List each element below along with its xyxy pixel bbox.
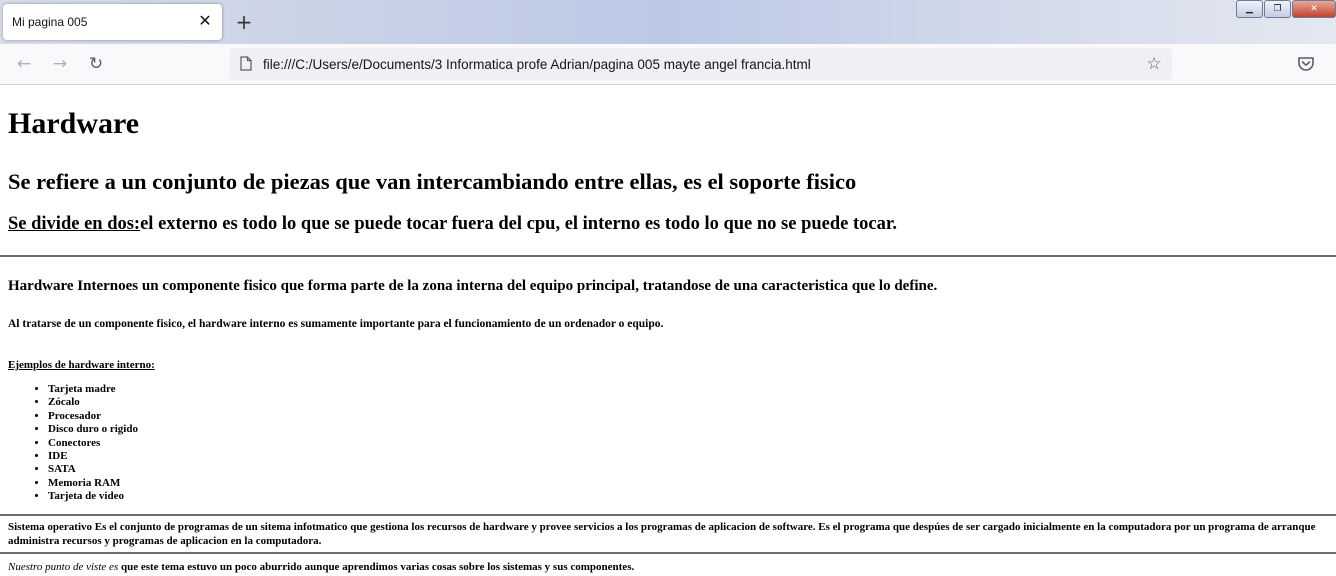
internal-hardware-importance: Al tratarse de un componente fisico, el … <box>8 318 664 330</box>
division-heading: Se divide en dos:el externo es todo lo q… <box>8 214 897 235</box>
operating-system-paragraph: Sistema operativo Es el conjunto de prog… <box>8 521 1316 547</box>
internal-hardware-heading: Hardware Internoes un componente fisico … <box>8 278 938 294</box>
reload-icon[interactable]: ↻ <box>84 52 108 76</box>
close-tab-icon[interactable]: ✕ <box>194 11 216 33</box>
examples-list: Tarjeta madre Zócalo Procesador Disco du… <box>30 383 138 504</box>
tab-title: Mi pagina 005 <box>12 15 88 29</box>
list-item: Procesador <box>48 410 138 423</box>
divider <box>0 255 1336 257</box>
star-icon[interactable]: ☆ <box>1142 52 1166 76</box>
back-icon[interactable]: ← <box>12 52 36 76</box>
division-text: el externo es todo lo que se puede tocar… <box>140 214 898 234</box>
tab-strip: Mi pagina 005 ✕ + ▁ ❐ ✕ <box>0 0 1336 44</box>
window-controls: ▁ ❐ ✕ <box>1235 0 1336 18</box>
page-title: Hardware <box>8 107 140 140</box>
list-item: Tarjeta de video <box>48 490 138 503</box>
navigation-toolbar: ← → ↻ file:///C:/Users/e/Documents/3 Inf… <box>0 44 1336 85</box>
subtitle-definition: Se refiere a un conjunto de piezas que v… <box>8 169 857 194</box>
restore-icon[interactable]: ❐ <box>1264 0 1291 18</box>
divider <box>0 514 1336 516</box>
url-text[interactable]: file:///C:/Users/e/Documents/3 Informati… <box>263 57 811 72</box>
opinion-lead: Nuestro punto de viste es <box>8 561 119 573</box>
minimize-icon[interactable]: ▁ <box>1236 0 1263 18</box>
list-item: Memoria RAM <box>48 477 138 490</box>
opinion-paragraph: Nuestro punto de viste es que este tema … <box>8 561 634 573</box>
pocket-icon[interactable] <box>1297 55 1315 73</box>
examples-title: Ejemplos de hardware interno: <box>8 359 155 371</box>
division-label: Se divide en dos: <box>8 214 141 234</box>
tab-active[interactable]: Mi pagina 005 ✕ <box>3 4 222 40</box>
divider <box>0 552 1336 554</box>
forward-icon[interactable]: → <box>48 52 72 76</box>
opinion-text: que este tema estuvo un poco aburrido au… <box>118 561 635 573</box>
list-item: Conectores <box>48 437 138 450</box>
list-item: IDE <box>48 450 138 463</box>
new-tab-icon[interactable]: + <box>232 10 256 34</box>
address-bar[interactable]: file:///C:/Users/e/Documents/3 Informati… <box>230 48 1172 80</box>
list-item: Zócalo <box>48 396 138 409</box>
list-item: Tarjeta madre <box>48 383 138 396</box>
list-item: Disco duro o rigido <box>48 423 138 436</box>
page-icon <box>240 56 252 71</box>
list-item: SATA <box>48 463 138 476</box>
window-close-icon[interactable]: ✕ <box>1292 0 1336 18</box>
